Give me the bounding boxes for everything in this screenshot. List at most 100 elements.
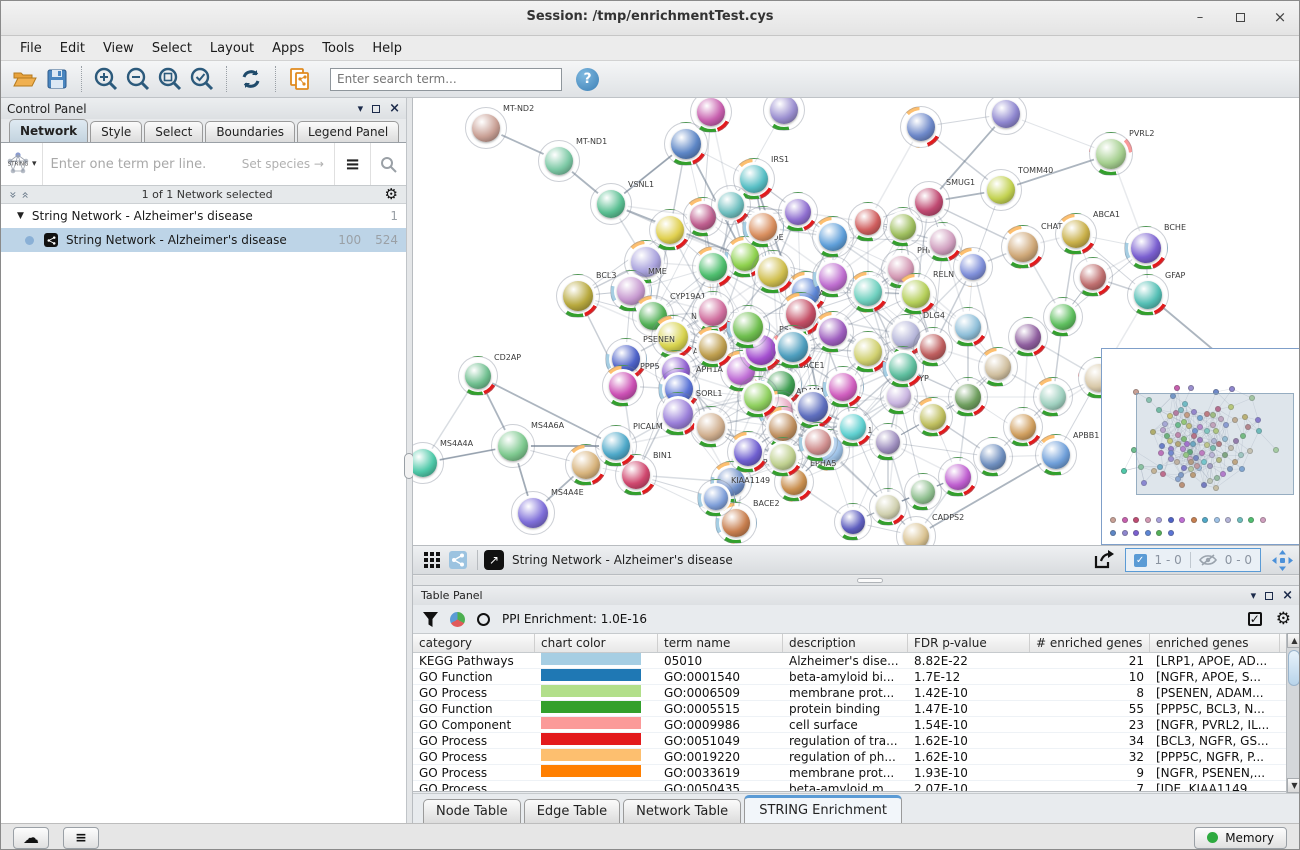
scrollbar-thumb[interactable]	[1288, 650, 1300, 686]
pan-tool-button[interactable]	[1269, 549, 1295, 571]
species-hint[interactable]: Set species →	[242, 157, 324, 171]
network-panel-gear-icon[interactable]: ⚙	[385, 187, 398, 202]
zoom-in-button[interactable]	[90, 64, 122, 94]
network-node[interactable]	[869, 423, 907, 461]
table-row[interactable]: GO ProcessGO:0051049regulation of tra...…	[413, 733, 1300, 749]
tab-edge-table[interactable]: Edge Table	[524, 799, 620, 823]
network-node[interactable]	[953, 247, 993, 287]
network-from-clipboard-button[interactable]	[284, 64, 316, 94]
network-node[interactable]	[938, 457, 978, 497]
table-row[interactable]: GO ComponentGO:0009986cell surface1.54E-…	[413, 717, 1300, 733]
zoom-fit-button[interactable]	[154, 64, 186, 94]
ring-chart-icon[interactable]	[477, 613, 490, 626]
help-button[interactable]: ?	[576, 68, 599, 91]
save-session-button[interactable]	[41, 64, 73, 94]
minimize-button[interactable]: –	[1191, 8, 1209, 26]
table-row[interactable]: GO ProcessGO:0050435beta-amyloid m...2.0…	[413, 781, 1300, 792]
network-row[interactable]: String Network - Alzheimer's disease 100…	[1, 228, 406, 252]
network-node[interactable]	[692, 246, 734, 288]
network-node[interactable]: MS4A4A	[413, 442, 444, 484]
menu-edit[interactable]: Edit	[51, 38, 94, 59]
network-node[interactable]	[1043, 297, 1083, 337]
network-node[interactable]: MS4A6A	[491, 424, 535, 468]
collapse-all-icon[interactable]: «	[7, 191, 19, 198]
network-node[interactable]	[692, 326, 734, 368]
panel-close-icon[interactable]: ×	[389, 101, 400, 116]
task-history-button[interactable]: ≡	[63, 827, 99, 849]
network-node[interactable]: MT-ND2	[465, 107, 507, 149]
network-node[interactable]: GFAP	[1127, 274, 1169, 316]
tab-string-enrichment[interactable]: STRING Enrichment	[744, 795, 902, 823]
network-node[interactable]	[1073, 257, 1113, 297]
table-row[interactable]: GO FunctionGO:0005515protein binding1.47…	[413, 701, 1300, 717]
string-options-button[interactable]: ≡	[334, 143, 370, 185]
tab-network-table[interactable]: Network Table	[623, 799, 741, 823]
grid-view-button[interactable]	[419, 549, 445, 571]
splitter-handle[interactable]	[857, 578, 883, 583]
network-node[interactable]	[948, 307, 988, 347]
network-node[interactable]: KIAA1149	[697, 479, 735, 517]
table-scrollbar[interactable]: ▲ ▼	[1286, 633, 1300, 793]
open-session-button[interactable]	[9, 64, 41, 94]
network-node[interactable]: VSNL1	[590, 183, 632, 225]
column-header-chart-color[interactable]: chart color	[535, 634, 658, 652]
network-node[interactable]	[834, 503, 872, 541]
search-input[interactable]	[330, 68, 562, 91]
scroll-down-button[interactable]: ▼	[1287, 778, 1300, 793]
network-node[interactable]	[883, 207, 923, 247]
refresh-button[interactable]	[235, 64, 267, 94]
open-in-window-button[interactable]: ↗	[484, 550, 504, 570]
network-node[interactable]	[904, 473, 942, 511]
tab-network[interactable]: Network	[9, 119, 88, 142]
network-node[interactable]	[973, 437, 1013, 477]
network-node[interactable]	[763, 98, 805, 131]
zoom-selected-button[interactable]	[186, 64, 218, 94]
tab-select[interactable]: Select	[144, 121, 203, 142]
column-header-enriched-genes[interactable]: enriched genes	[1150, 634, 1280, 652]
panel-float-icon[interactable]	[372, 105, 380, 113]
filter-icon[interactable]	[423, 612, 438, 627]
export-network-button[interactable]	[1091, 549, 1117, 571]
network-node[interactable]: PVRL2	[1089, 132, 1133, 176]
menu-tools[interactable]: Tools	[313, 38, 363, 59]
tree-expand-icon[interactable]: ▼	[17, 211, 24, 221]
horizontal-splitter[interactable]	[413, 576, 1300, 585]
network-node[interactable]: BCL3	[556, 274, 600, 318]
panel-close-icon[interactable]: ×	[1282, 588, 1293, 603]
overview-viewport[interactable]	[1136, 393, 1294, 495]
close-button[interactable]: ×	[1271, 8, 1289, 26]
network-node[interactable]	[900, 106, 942, 148]
hidden-eye-icon[interactable]	[1199, 554, 1217, 566]
select-terms-icon[interactable]: ✓	[1248, 612, 1262, 626]
table-row[interactable]: GO ProcessGO:0006509membrane prot...1.42…	[413, 685, 1300, 701]
network-node[interactable]: RELN	[895, 273, 937, 315]
scroll-up-button[interactable]: ▲	[1287, 633, 1300, 648]
panel-float-icon[interactable]	[1265, 592, 1273, 600]
pie-chart-icon[interactable]	[450, 612, 465, 627]
menu-select[interactable]: Select	[143, 38, 201, 59]
column-header-term-name[interactable]: term name	[658, 634, 783, 652]
network-node[interactable]	[913, 397, 953, 437]
network-node[interactable]	[771, 325, 815, 369]
zoom-out-button[interactable]	[122, 64, 154, 94]
tab-boundaries[interactable]: Boundaries	[205, 121, 295, 142]
column-header-description[interactable]: description	[783, 634, 908, 652]
network-node[interactable]	[798, 422, 838, 462]
network-node[interactable]: PICALM	[595, 425, 637, 467]
birdseye-overview[interactable]	[1101, 348, 1300, 545]
string-protein-query-selector[interactable]: STRING ▾	[1, 143, 43, 185]
network-node[interactable]	[869, 488, 907, 526]
network-node[interactable]: MS4A4E	[511, 491, 555, 535]
column-header--enriched-genes[interactable]: # enriched genes	[1030, 634, 1150, 652]
network-node[interactable]: PPP5C	[602, 365, 644, 407]
cloud-tasks-button[interactable]: ☁	[13, 827, 49, 849]
table-row[interactable]: GO FunctionGO:0001540beta-amyloid bi...1…	[413, 669, 1300, 685]
network-node[interactable]	[690, 406, 732, 448]
expand-all-icon[interactable]: «	[20, 191, 32, 198]
network-node[interactable]: TOMM40	[980, 169, 1022, 211]
tab-legend-panel[interactable]: Legend Panel	[297, 121, 399, 142]
tab-style[interactable]: Style	[90, 121, 142, 142]
network-node[interactable]: CHAT	[1001, 225, 1045, 269]
menu-help[interactable]: Help	[363, 38, 411, 59]
string-query-input[interactable]	[43, 143, 242, 185]
